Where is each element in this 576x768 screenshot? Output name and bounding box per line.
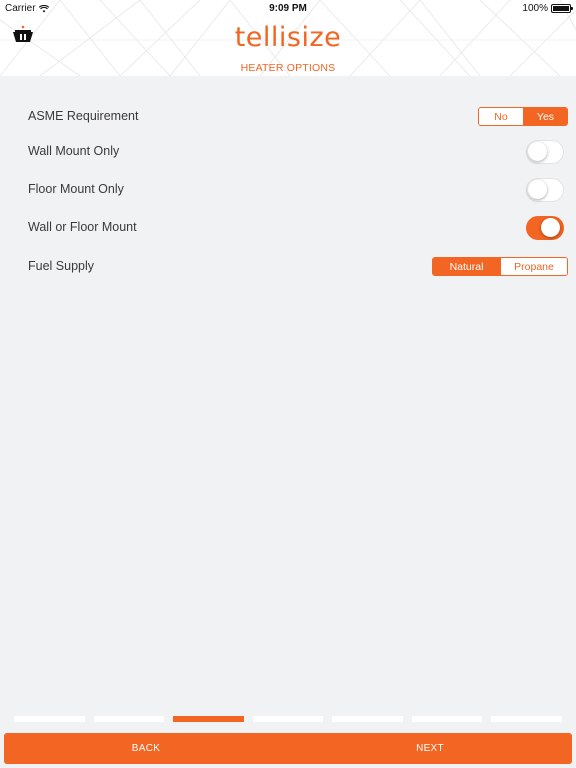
status-battery: 100%: [522, 3, 573, 14]
progress-step: [14, 716, 85, 722]
toggle-knob: [528, 142, 547, 161]
progress-step-current: [173, 716, 244, 722]
step-progress-indicator: [14, 716, 563, 722]
option-row-asme: ASME Requirement No Yes: [0, 102, 576, 132]
fuel-natural-segment[interactable]: Natural: [433, 258, 500, 275]
bottom-nav-bar: BACK NEXT: [4, 733, 572, 764]
page-title: HEATER OPTIONS: [240, 62, 336, 74]
floor-mount-label: Floor Mount Only: [28, 182, 124, 196]
back-button[interactable]: BACK: [4, 733, 288, 764]
option-row-fuel-supply: Fuel Supply Natural Propane: [0, 252, 576, 282]
floor-mount-toggle[interactable]: [526, 178, 564, 202]
asme-segmented-control[interactable]: No Yes: [478, 107, 568, 126]
fuel-supply-segmented-control[interactable]: Natural Propane: [432, 257, 568, 276]
wall-or-floor-toggle[interactable]: [526, 216, 564, 240]
toggle-knob: [541, 218, 560, 237]
progress-step: [252, 716, 324, 722]
toggle-knob: [528, 180, 547, 199]
wall-or-floor-label: Wall or Floor Mount: [28, 220, 137, 234]
battery-percent: 100%: [522, 3, 548, 14]
progress-step: [332, 716, 403, 722]
progress-step: [411, 716, 483, 722]
status-time: 9:09 PM: [269, 3, 307, 14]
wall-mount-toggle[interactable]: [526, 140, 564, 164]
asme-label: ASME Requirement: [28, 109, 139, 123]
option-row-wall-mount: Wall Mount Only: [0, 137, 576, 167]
next-button[interactable]: NEXT: [288, 733, 572, 764]
progress-step: [491, 716, 563, 722]
asme-yes-segment[interactable]: Yes: [523, 108, 567, 125]
option-row-floor-mount: Floor Mount Only: [0, 175, 576, 205]
wall-mount-label: Wall Mount Only: [28, 144, 120, 158]
asme-no-segment[interactable]: No: [479, 108, 523, 125]
status-bar: Carrier 9:09 PM 100%: [0, 0, 576, 16]
progress-step: [93, 716, 165, 722]
header: Carrier 9:09 PM 100% tellisize HEATER OP…: [0, 0, 576, 76]
app-logo: tellisize: [234, 22, 342, 53]
fuel-supply-label: Fuel Supply: [28, 259, 95, 273]
fuel-propane-segment[interactable]: Propane: [500, 258, 567, 275]
option-row-wall-or-floor: Wall or Floor Mount: [0, 213, 576, 243]
battery-icon: [551, 4, 573, 13]
